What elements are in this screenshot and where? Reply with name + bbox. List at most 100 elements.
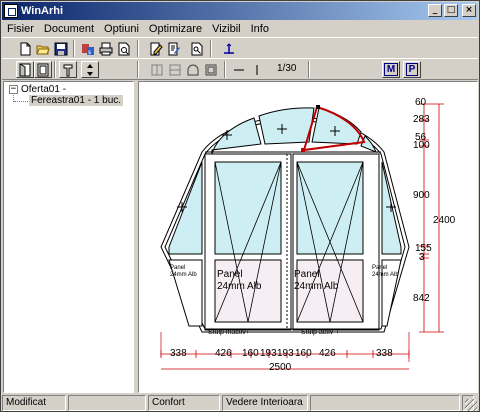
scroll-updown-button[interactable] — [81, 61, 99, 78]
dim-label-bottom: 338 — [170, 348, 187, 359]
dim-label-right: 100 — [413, 140, 430, 151]
new-document-button[interactable] — [16, 40, 34, 57]
tree-item-window[interactable]: Fereastra01 - 1 buc. — [29, 95, 124, 106]
arch-button[interactable] — [184, 61, 202, 78]
close-button[interactable]: × — [462, 4, 476, 17]
view-frame-button[interactable] — [16, 61, 34, 78]
dim-label-bottom: 426 — [319, 348, 336, 359]
profile-icon — [63, 64, 73, 76]
window-title: WinArhi — [21, 5, 64, 17]
selection-handle-top — [316, 105, 320, 109]
save-button[interactable] — [52, 40, 70, 57]
right-sash-label: Stulp activ + — [301, 329, 340, 336]
dim-label-right: 842 — [413, 293, 430, 304]
edit-list-button[interactable] — [165, 40, 183, 57]
search-document-button[interactable] — [188, 40, 206, 57]
vertical-line-button[interactable] — [248, 61, 266, 78]
menu-optimizare[interactable]: Optimizare — [144, 23, 207, 35]
split-horizontal-icon — [169, 64, 181, 75]
edit-document-button[interactable] — [147, 40, 165, 57]
frame-icon — [19, 62, 31, 76]
panel-label-right: Panel 24mm Alb — [294, 269, 338, 293]
split-vertical-button[interactable] — [148, 61, 166, 78]
dim-label-right: 60 — [415, 97, 427, 108]
view-p-label: P — [405, 63, 419, 76]
vertical-line-icon — [256, 64, 258, 75]
side-glass-left — [168, 161, 203, 255]
menu-vizibil[interactable]: Vizibil — [207, 23, 246, 35]
open-button[interactable] — [34, 40, 52, 57]
view-profile-button[interactable] — [59, 61, 77, 78]
project-tree[interactable]: − Oferta01 - Fereastra01 - 1 buc. — [3, 81, 134, 393]
view-sash-button[interactable] — [34, 61, 52, 78]
dim-label-bottom: 426 — [215, 348, 232, 359]
horizontal-line-icon — [234, 68, 244, 71]
maximize-button[interactable]: □ — [444, 4, 458, 17]
panel-label-left: Panel 24mm Alb — [217, 269, 261, 293]
selection-handle-bottom — [301, 148, 305, 152]
right-door-glass — [296, 161, 364, 255]
main-toolbar: $ — [2, 37, 478, 59]
up-down-arrows-icon — [87, 63, 93, 76]
dim-label-bottom: 193 — [260, 348, 277, 359]
edit-list-icon — [168, 42, 180, 55]
small-panel-label-left: Panel 24mm Alb — [170, 265, 197, 279]
calculate-button[interactable]: $ — [79, 40, 97, 57]
print-button[interactable] — [97, 40, 115, 57]
arch-icon — [187, 64, 199, 75]
split-horizontal-button[interactable] — [166, 61, 184, 78]
new-document-icon — [20, 42, 31, 55]
drawing-canvas[interactable]: Panel 24mm Alb Panel 24mm Alb Panel 24mm… — [138, 81, 478, 393]
print-preview-button[interactable] — [115, 40, 133, 57]
minimize-button[interactable]: _ — [428, 4, 442, 17]
calculator-icon: $ — [82, 43, 94, 56]
window-drawing — [160, 103, 444, 370]
arch-glass-center — [258, 107, 315, 145]
menu-bar: Fisier Document Optiuni Optimizare Vizib… — [2, 20, 478, 37]
small-panel-label-right: Panel 24mm Alb — [372, 265, 399, 279]
menu-optiuni[interactable]: Optiuni — [99, 23, 144, 35]
view-p-button[interactable]: P — [403, 61, 421, 78]
dim-label-bottom: 338 — [376, 348, 393, 359]
save-icon — [54, 42, 68, 55]
open-folder-icon — [36, 45, 50, 54]
status-view: Vedere Interioara — [222, 395, 308, 411]
app-icon[interactable] — [4, 4, 18, 18]
menu-document[interactable]: Document — [39, 23, 99, 35]
menu-fisier[interactable]: Fisier — [2, 23, 39, 35]
dim-label-bottom: 193 — [277, 348, 294, 359]
tree-collapse-icon[interactable]: − — [9, 85, 18, 94]
print-icon — [99, 42, 113, 55]
status-empty — [68, 395, 146, 411]
panel-label-line: 24mm Alb — [170, 272, 197, 278]
axes-button[interactable] — [220, 40, 238, 57]
resize-grip[interactable] — [465, 399, 477, 411]
panel-label-line: Panel — [372, 265, 388, 271]
status-empty — [310, 395, 460, 411]
dim-label-bottom: 160 — [295, 348, 312, 359]
status-comfort: Confort — [148, 395, 220, 411]
panel-label-line: Panel — [217, 269, 243, 280]
panel-label-line: 24mm Alb — [372, 272, 399, 278]
view-m-button[interactable]: M — [382, 61, 400, 78]
dim-label-right: 900 — [413, 190, 430, 201]
menu-info[interactable]: Info — [246, 23, 274, 35]
main-window: WinArhi _ □ × Fisier Document Optiuni Op… — [0, 0, 480, 412]
dim-label-total-width: 2500 — [269, 362, 292, 373]
print-preview-icon — [118, 42, 130, 55]
panel-label-line: 24mm Alb — [217, 281, 262, 292]
left-door-glass — [214, 161, 282, 255]
move-axes-icon — [224, 42, 234, 54]
rectangle-icon — [205, 64, 217, 75]
status-modified: Modificat — [2, 395, 66, 411]
rectangle-button[interactable] — [202, 61, 220, 78]
edit-document-icon — [150, 42, 163, 55]
panel-label-line: Panel — [170, 265, 186, 271]
sash-icon — [37, 63, 49, 76]
dim-label-right: 3 — [419, 252, 425, 263]
horizontal-line-button[interactable] — [230, 61, 248, 78]
view-m-label: M — [383, 63, 399, 76]
page-counter: 1/30 — [277, 63, 297, 74]
tree-item-offer[interactable]: Oferta01 - — [21, 84, 66, 95]
split-vertical-icon — [151, 64, 163, 75]
